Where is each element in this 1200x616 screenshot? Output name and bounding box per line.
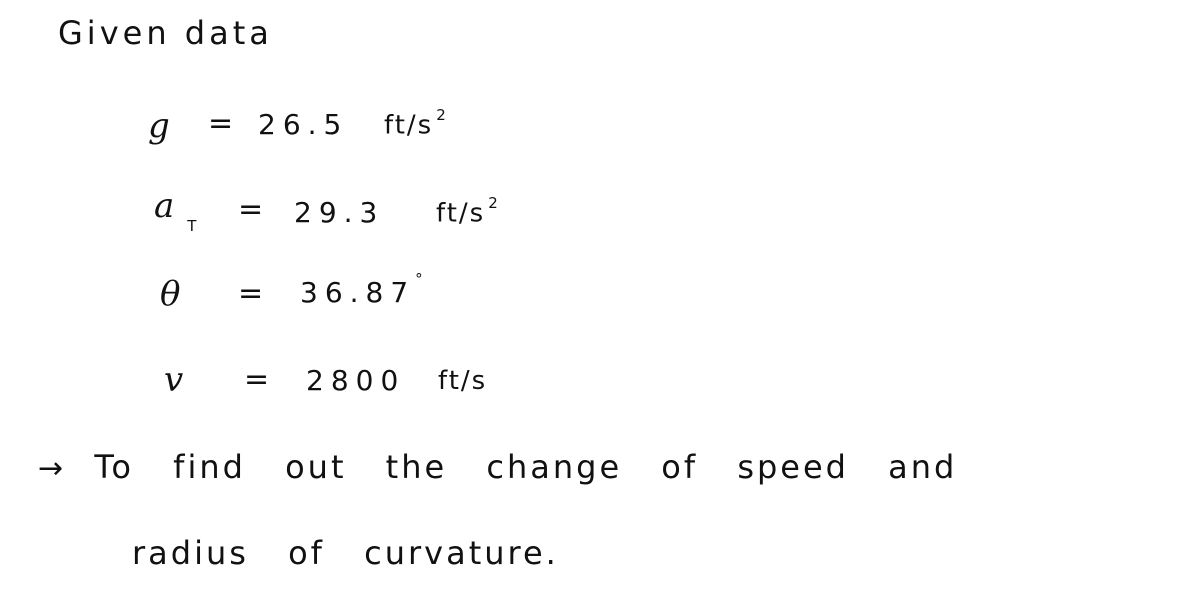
symbol-g: g [148, 106, 173, 146]
word: and [888, 448, 958, 486]
value-g: 26.5 [258, 108, 349, 141]
symbol-v: v [164, 360, 187, 400]
arrow-right-icon: → [38, 451, 64, 486]
value-theta: 36.87° [300, 269, 423, 309]
value-v: 2800 [306, 364, 406, 397]
equals-sign: = [208, 106, 237, 141]
value-at: 29.3 [294, 196, 385, 229]
objective-line-2: radius of curvature. [132, 534, 585, 572]
unit-g: ft/s 2 [384, 106, 446, 141]
unit-v: ft/s [438, 366, 488, 396]
heading-given-data: Given data [58, 14, 273, 52]
word: the [385, 448, 448, 486]
word: change [486, 448, 623, 486]
equals-sign: = [238, 192, 267, 227]
word: of [288, 534, 325, 572]
equals-sign: = [238, 276, 267, 311]
word: speed [737, 448, 849, 486]
objective-line-1: → To find out the change of speed and [38, 448, 983, 486]
word: To [94, 448, 134, 486]
word: of [661, 448, 699, 486]
equals-sign: = [244, 362, 273, 397]
word: out [285, 448, 347, 486]
word: curvature. [364, 534, 559, 572]
symbol-a-t: aT [154, 186, 197, 235]
word: find [173, 448, 246, 486]
symbol-theta: θ [160, 274, 184, 314]
word: radius [132, 534, 249, 572]
unit-at: ft/s 2 [436, 194, 498, 229]
